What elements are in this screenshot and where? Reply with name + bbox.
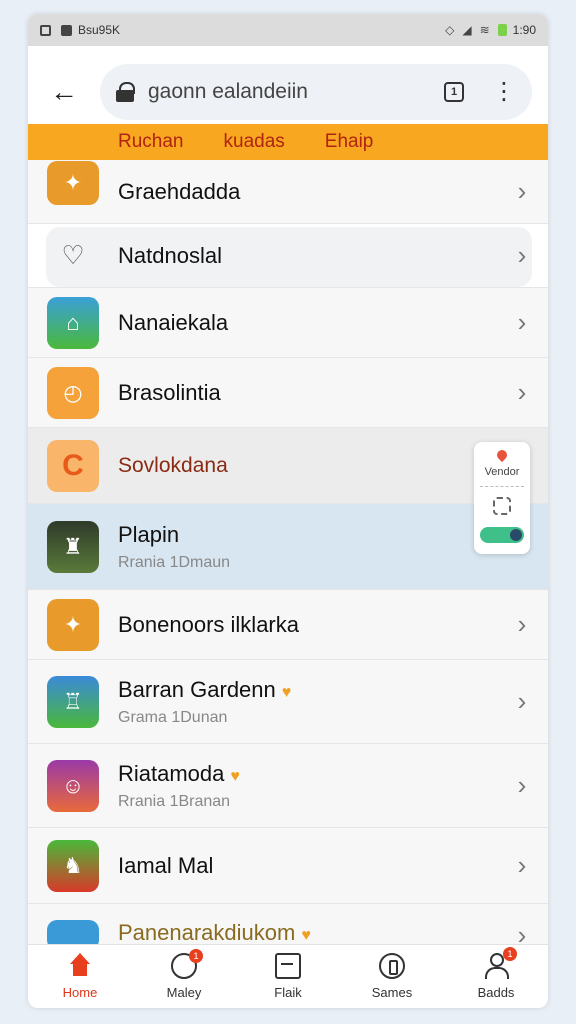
item-subtitle: Rrania 1Branan (118, 792, 231, 810)
item-title: Panenarakdiukom ♥ (118, 920, 311, 945)
notification-badge: 1 (189, 949, 203, 963)
chevron-right-icon: › (517, 850, 527, 880)
nav-label: Maley (166, 985, 202, 1000)
item-title: Bonenoors ilklarka (118, 611, 299, 637)
chat-bubble-icon: ♡ (61, 240, 85, 270)
character-game-icon: ☺ (47, 759, 99, 812)
list-item-selected[interactable]: ♜ Plapin Rrania 1Dmaun (28, 504, 548, 590)
arrow-left-icon: ← (50, 76, 78, 107)
bottom-navigation: Home 1 Maley Flaik Sames 1 Badds (28, 944, 548, 1008)
chevron-right-icon: › (517, 176, 527, 206)
orange-c-icon: C (47, 439, 99, 492)
item-title: Riatamoda ♥ (118, 760, 240, 786)
battery-icon (497, 24, 507, 36)
list-item[interactable]: ☺ Riatamoda ♥ Rrania 1Branan › (28, 744, 548, 828)
user-icon: 1 (483, 947, 517, 979)
tab-switcher-button[interactable]: 1 (444, 82, 464, 102)
home-icon (67, 953, 93, 979)
toggle-switch[interactable] (480, 527, 524, 543)
signal-icon: ◢ (462, 23, 472, 37)
item-title: Graehdadda (118, 178, 241, 204)
red-robot-game-icon: ♞ (47, 839, 99, 892)
chevron-right-icon: › (517, 609, 527, 639)
tab-3[interactable]: Ehaip (325, 131, 374, 153)
list-item[interactable]: ♞ Iamal Mal › (28, 828, 548, 904)
carrier-label: Bsu95K (78, 23, 121, 37)
game-yellow-icon: ✦ (47, 160, 99, 205)
item-subtitle: Grama 1Dunan (118, 708, 228, 726)
list-item[interactable]: ⌂ Nanaiekala › (28, 288, 548, 358)
chevron-right-icon: › (517, 686, 527, 716)
nav-label: Flaik (274, 985, 302, 1000)
heart-badge-icon: ♥ (301, 927, 311, 944)
phone-screen: Bsu95K ◇ ◢ ≋ 1:90 ← gaonn ealandeiin 1 ⋮… (28, 14, 548, 1008)
screenshot-icon (40, 24, 51, 36)
chevron-right-icon: › (517, 770, 527, 800)
games-icon (379, 953, 405, 979)
statue-game-icon: ♜ (47, 520, 99, 573)
tower-game-icon: ♖ (47, 675, 99, 728)
nav-documents[interactable]: Flaik (236, 945, 340, 1008)
document-icon (275, 953, 301, 979)
heart-badge-icon: ♥ (230, 767, 240, 785)
tab-1[interactable]: Ruchan (118, 131, 184, 153)
item-title: Barran Gardenn ♥ (118, 676, 292, 702)
app-list: ✦ Graehdadda › ♡ Natdnoslal › ⌂ Nanaieka… (28, 160, 548, 950)
status-bar: Bsu95K ◇ ◢ ≋ 1:90 (28, 14, 548, 46)
item-title: Brasolintia (118, 379, 221, 405)
item-title: Natdnoslal (118, 242, 222, 268)
item-title: Nanaiekala (118, 309, 229, 335)
app-icon (61, 24, 72, 36)
item-subtitle: Rrania 1Dmaun (118, 553, 231, 571)
lock-icon (116, 82, 135, 102)
nav-home[interactable]: Home (28, 945, 132, 1008)
list-item[interactable]: ♖ Barran Gardenn ♥ Grama 1Dunan › (28, 660, 548, 744)
chevron-right-icon: › (517, 240, 527, 270)
vendor-label: Vendor (484, 466, 520, 478)
floating-vendor-widget[interactable]: Vendor (474, 442, 530, 554)
url-text: gaonn ealandeiin (148, 80, 308, 103)
nav-messages[interactable]: 1 Maley (132, 945, 236, 1008)
tab-2[interactable]: kuadas (224, 131, 285, 153)
game-yellow-icon: ✦ (47, 598, 99, 651)
clock: 1:90 (512, 23, 536, 37)
heart-badge-icon: ♥ (281, 683, 292, 701)
list-item[interactable]: ✦ Graehdadda › (28, 160, 548, 224)
list-item[interactable]: ◴ Brasolintia › (28, 358, 548, 428)
more-menu-button[interactable]: ⋮ (492, 80, 516, 104)
chevron-right-icon: › (517, 307, 527, 337)
game-green-icon: ⌂ (47, 296, 99, 349)
notification-badge: 1 (503, 947, 517, 961)
list-item[interactable]: ♡ Natdnoslal › (28, 224, 548, 288)
nav-label: Home (62, 985, 98, 1000)
list-item[interactable]: ✦ Bonenoors ilklarka › (28, 590, 548, 660)
list-item[interactable]: C Sovlokdana (28, 428, 548, 504)
category-tabs: Ruchan kuadas Ehaip (28, 124, 548, 160)
location-icon: ◇ (445, 23, 455, 37)
message-icon: 1 (171, 949, 203, 979)
item-title: Iamal Mal (118, 852, 214, 878)
list-item[interactable]: Panenarakdiukom ♥ › (28, 904, 548, 950)
nav-label: Sames (371, 985, 413, 1000)
nav-label: Badds (477, 985, 515, 1000)
address-bar[interactable]: gaonn ealandeiin 1 ⋮ (100, 64, 532, 120)
chevron-right-icon: › (517, 377, 527, 407)
clock-orange-icon: ◴ (47, 366, 99, 419)
location-pin-icon (494, 447, 510, 463)
nav-profile[interactable]: 1 Badds (444, 945, 548, 1008)
wifi-icon: ≋ (479, 23, 490, 37)
nav-games[interactable]: Sames (340, 945, 444, 1008)
expand-icon[interactable] (493, 497, 511, 515)
divider (480, 486, 524, 487)
